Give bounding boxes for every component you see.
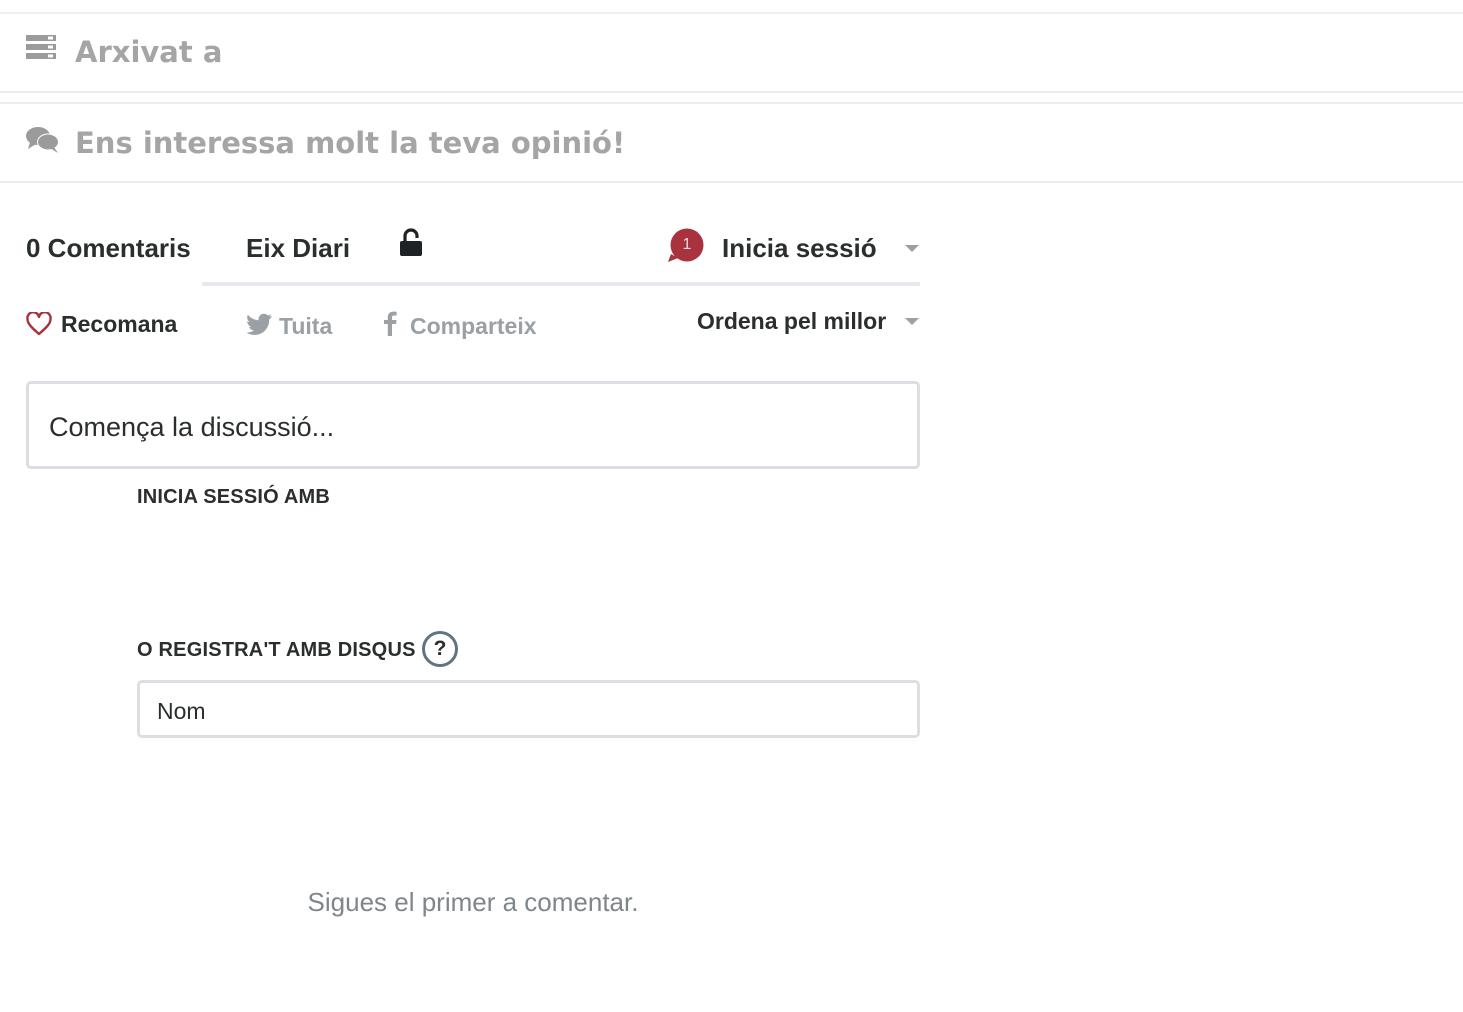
archive-title: Arxivat a — [75, 35, 223, 69]
register-with-disqus-label: O REGISTRA'T AMB DISQUS — [137, 639, 416, 661]
twitter-bird-icon[interactable] — [246, 313, 273, 335]
heart-icon[interactable] — [26, 311, 52, 336]
disqus-thread: 0 Comentaris Eix Diari 1 Inicia sessió R… — [0, 184, 1463, 1012]
comments-bubble-icon — [26, 126, 60, 154]
archive-divider-bottom — [0, 91, 1463, 93]
compose-comment-input[interactable]: Comença la discussió... — [26, 381, 920, 469]
opinion-divider-bottom — [0, 181, 1463, 183]
opinion-section: Ens interessa molt la teva opinió! — [0, 104, 1463, 182]
empty-thread-message: Sigues el primer a comentar. — [307, 887, 639, 917]
nav-underline — [202, 282, 920, 286]
login-with-label: INICIA SESSIÓ AMB — [137, 486, 331, 508]
community-tab[interactable]: Eix Diari — [246, 233, 350, 263]
compose-placeholder: Comença la discussió... — [49, 412, 335, 442]
notification-badge[interactable]: 1 — [668, 228, 706, 264]
archive-section: Arxivat a — [0, 14, 1463, 94]
name-placeholder: Nom — [157, 698, 206, 724]
tweet-button[interactable]: Tuita — [279, 312, 332, 340]
help-question-icon[interactable]: ? — [422, 631, 458, 667]
notification-count: 1 — [682, 236, 692, 253]
sort-chevron-down-icon[interactable] — [905, 318, 919, 325]
login-chevron-down-icon[interactable] — [905, 245, 919, 252]
share-button[interactable]: Comparteix — [410, 312, 537, 340]
name-field[interactable]: Nom — [137, 680, 920, 738]
lock-icon[interactable] — [399, 228, 423, 258]
login-menu[interactable]: Inicia sessió — [722, 233, 877, 263]
archive-list-icon — [26, 34, 58, 60]
opinion-title: Ens interessa molt la teva opinió! — [75, 126, 626, 160]
recommend-button[interactable]: Recomana — [61, 310, 177, 338]
help-symbol: ? — [433, 637, 447, 660]
sort-menu[interactable]: Ordena pel millor — [697, 307, 886, 335]
comments-count-tab[interactable]: 0 Comentaris — [26, 233, 191, 263]
facebook-icon[interactable] — [382, 310, 398, 336]
